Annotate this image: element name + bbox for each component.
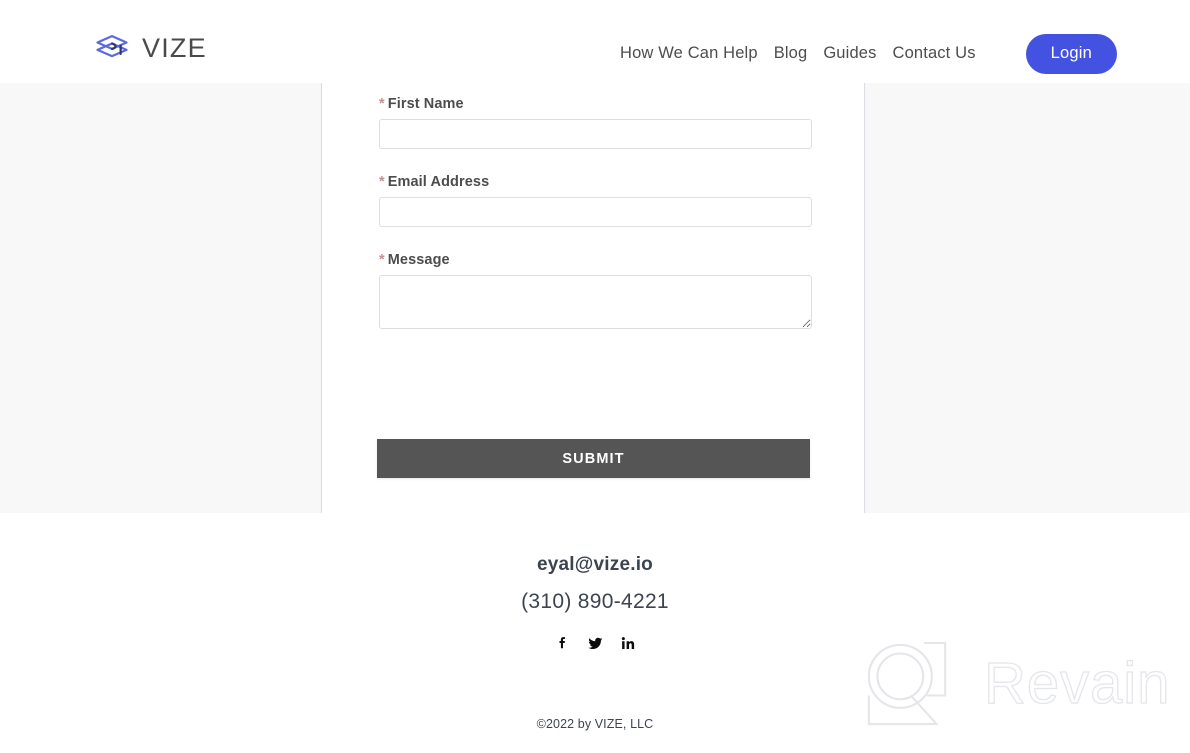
message-textarea[interactable]: [379, 275, 812, 329]
site-footer: eyal@vize.io (310) 890-4221 ©2022 by VIZ…: [0, 513, 1190, 753]
required-asterisk-icon: *: [379, 96, 385, 112]
linkedin-icon[interactable]: [621, 636, 636, 651]
login-button[interactable]: Login: [1025, 34, 1117, 74]
nav-item-guides[interactable]: Guides: [815, 44, 884, 63]
footer-email[interactable]: eyal@vize.io: [0, 554, 1190, 576]
social-links: [0, 636, 1190, 651]
label-email-address: * Email Address: [379, 174, 812, 190]
copyright-text: ©2022 by VIZE, LLC: [536, 717, 654, 731]
required-asterisk-icon: *: [379, 174, 385, 190]
label-email-address-text: Email Address: [387, 174, 490, 190]
footer-contact-block: eyal@vize.io (310) 890-4221 ©2022 by VIZ…: [0, 513, 1190, 731]
field-group-email: * Email Address: [379, 174, 812, 227]
label-first-name-text: First Name: [387, 96, 464, 112]
contact-form-card: * First Name * Email Address * Message: [321, 82, 865, 563]
label-message-text: Message: [387, 252, 450, 268]
twitter-icon[interactable]: [587, 636, 603, 651]
field-group-first-name: * First Name: [379, 96, 812, 149]
contact-form-section: * First Name * Email Address * Message SUBM…: [0, 82, 1190, 563]
graduation-cap-icon: [96, 35, 128, 58]
nav-item-blog[interactable]: Blog: [766, 44, 816, 63]
facebook-icon[interactable]: [555, 636, 570, 651]
email-address-input[interactable]: [379, 197, 812, 227]
main-navigation: How We Can Help Blog Guides Contact Us L…: [612, 34, 1117, 74]
site-header: VIZE How We Can Help Blog Guides Contact…: [0, 0, 1190, 83]
brand-name: VIZE: [142, 32, 207, 63]
required-asterisk-icon: *: [379, 252, 385, 268]
label-first-name: * First Name: [379, 96, 812, 112]
label-message: * Message: [379, 252, 812, 268]
nav-item-how-we-can-help[interactable]: How We Can Help: [612, 44, 766, 63]
brand-logo-link[interactable]: VIZE: [92, 28, 207, 68]
submit-button[interactable]: SUBMIT: [377, 439, 810, 478]
field-group-message: * Message: [379, 252, 812, 334]
footer-phone[interactable]: (310) 890-4221: [0, 590, 1190, 614]
nav-item-contact-us[interactable]: Contact Us: [885, 44, 984, 63]
first-name-input[interactable]: [379, 119, 812, 149]
